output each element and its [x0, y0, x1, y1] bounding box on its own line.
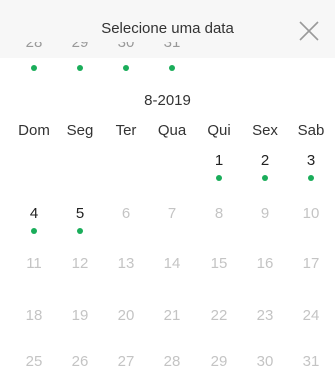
- availability-dot: [77, 228, 83, 234]
- day-number: 10: [302, 205, 320, 222]
- day-number: 22: [210, 307, 228, 324]
- availability-dot: [31, 228, 37, 234]
- day-number: 2: [260, 152, 270, 169]
- calendar-day: 21: [150, 307, 194, 324]
- calendar-day: 15: [197, 255, 241, 272]
- calendar-day[interactable]: 5: [58, 205, 102, 234]
- calendar-day: 17: [289, 255, 333, 272]
- calendar-day: 14: [150, 255, 194, 272]
- day-number: 12: [71, 255, 89, 272]
- calendar-day: 10: [289, 205, 333, 222]
- availability-dot: [31, 65, 37, 71]
- day-number: 14: [163, 255, 181, 272]
- calendar-day: 12: [58, 255, 102, 272]
- day-number: 16: [256, 255, 274, 272]
- calendar-day: 18: [12, 307, 56, 324]
- calendar-day: 19: [58, 307, 102, 324]
- prev-month-day: 29: [71, 42, 89, 51]
- day-number: 23: [256, 307, 274, 324]
- calendar-day: 25: [12, 353, 56, 370]
- calendar-day: 13: [104, 255, 148, 272]
- day-number: 7: [167, 205, 177, 222]
- day-number: 5: [75, 205, 85, 222]
- calendar-day: 24: [289, 307, 333, 324]
- calendar-day: 29: [197, 353, 241, 370]
- calendar-day: 7: [150, 205, 194, 222]
- day-number: 6: [121, 205, 131, 222]
- availability-dot: [169, 65, 175, 71]
- day-number: 1: [214, 152, 224, 169]
- weekday-label: Seg: [66, 122, 94, 139]
- day-number: 11: [26, 255, 42, 272]
- calendar-day: 8: [197, 205, 241, 222]
- calendar-day: 30: [243, 353, 287, 370]
- calendar-day: 16: [243, 255, 287, 272]
- day-number: 25: [25, 353, 43, 370]
- calendar-day: 9: [243, 205, 287, 222]
- weekday-label: Sex: [252, 122, 278, 139]
- day-number: 3: [306, 152, 316, 169]
- day-number: 26: [71, 353, 89, 370]
- day-number: 15: [210, 255, 228, 272]
- calendar-day: 27: [104, 353, 148, 370]
- calendar-day: 23: [243, 307, 287, 324]
- day-number: 21: [163, 307, 181, 324]
- day-number: 31: [302, 353, 320, 370]
- day-number: 4: [29, 205, 39, 222]
- day-number: 17: [302, 255, 320, 272]
- day-number: 13: [117, 255, 135, 272]
- day-number: 24: [302, 307, 320, 324]
- close-button[interactable]: [296, 18, 322, 44]
- day-number: 19: [71, 307, 89, 324]
- calendar-day: 28: [150, 353, 194, 370]
- prev-month-day: 30: [117, 42, 135, 51]
- availability-dot: [262, 175, 268, 181]
- calendar-day: 31: [289, 353, 333, 370]
- day-number: 29: [210, 353, 228, 370]
- previous-month-row: 28 29 30 31: [0, 42, 335, 78]
- weekday-label: Qui: [207, 122, 231, 139]
- day-number: 30: [256, 353, 274, 370]
- availability-dot: [216, 175, 222, 181]
- calendar-day: 6: [104, 205, 148, 222]
- availability-dot: [77, 65, 83, 71]
- calendar-day: 26: [58, 353, 102, 370]
- weekday-label: Ter: [115, 122, 137, 139]
- day-number: 20: [117, 307, 135, 324]
- calendar-day[interactable]: 2: [243, 152, 287, 181]
- page-title: Selecione uma data: [101, 20, 234, 37]
- weekday-label: Dom: [18, 122, 50, 139]
- day-number: 27: [117, 353, 135, 370]
- day-number: 9: [260, 205, 270, 222]
- day-number: 28: [163, 353, 181, 370]
- weekday-label: Qua: [157, 122, 187, 139]
- availability-dot: [308, 175, 314, 181]
- day-number: 18: [25, 307, 43, 324]
- availability-dot: [123, 65, 129, 71]
- day-number: 8: [214, 205, 224, 222]
- calendar-day: 11: [12, 255, 56, 272]
- calendar-day[interactable]: 1: [197, 152, 241, 181]
- calendar-day: 20: [104, 307, 148, 324]
- prev-month-day: 28: [25, 42, 43, 51]
- calendar-day[interactable]: 4: [12, 205, 56, 234]
- close-icon: [299, 21, 319, 41]
- weekday-label: Sab: [297, 122, 325, 139]
- prev-month-day: 31: [163, 42, 181, 51]
- calendar-day: 22: [197, 307, 241, 324]
- calendar-day[interactable]: 3: [289, 152, 333, 181]
- month-label: 8-2019: [144, 92, 191, 109]
